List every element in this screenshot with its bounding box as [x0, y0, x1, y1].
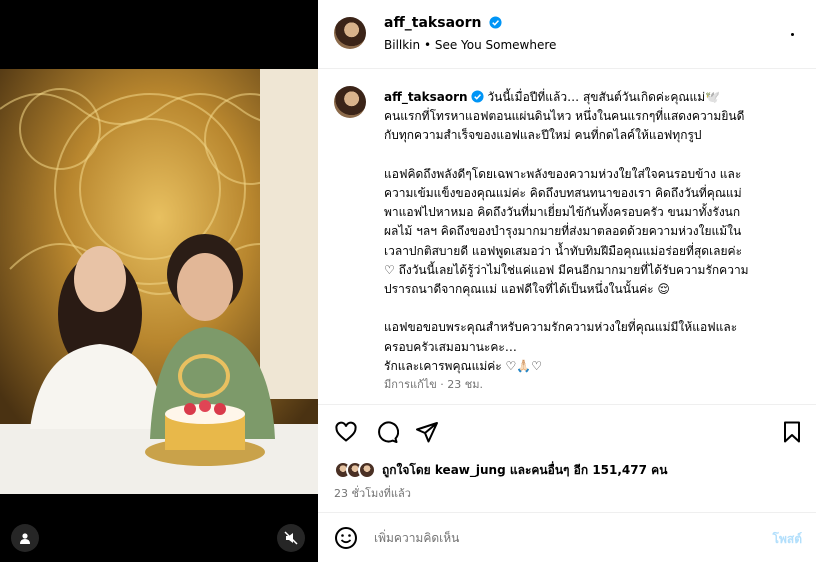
- comment-bar: โพสต์: [318, 512, 816, 562]
- post-time[interactable]: 23 ชั่วโมงที่แล้ว: [334, 484, 411, 502]
- post-comment-button[interactable]: โพสต์: [773, 530, 802, 549]
- speaker-muted-icon: [284, 531, 298, 545]
- liker-avatar: [358, 461, 376, 479]
- author-username-text[interactable]: aff_taksaorn: [384, 15, 482, 31]
- action-bar: [318, 412, 816, 452]
- likes-count[interactable]: 151,477: [592, 463, 647, 477]
- caption-username[interactable]: aff_taksaorn: [384, 90, 468, 104]
- caption-body: วันนี้เมื่อปีที่แล้ว… สุขสันต์วันเกิดค่ะ…: [384, 90, 749, 373]
- likes-middle: และคนอื่นๆ อีก: [509, 462, 589, 477]
- heart-icon[interactable]: [334, 420, 358, 444]
- author-username[interactable]: aff_taksaorn: [384, 15, 502, 31]
- user-tag-icon: [20, 533, 30, 544]
- post-media: [0, 0, 318, 562]
- caption-section: aff_taksaorn วันนี้เมื่อปีที่แล้ว… สุขสั…: [318, 70, 816, 405]
- author-avatar[interactable]: [334, 17, 366, 49]
- more-options-button[interactable]: [780, 22, 804, 46]
- likes-suffix: คน: [651, 462, 668, 477]
- comment-input[interactable]: [374, 528, 734, 548]
- bookmark-icon[interactable]: [780, 420, 804, 444]
- edited-timestamp: มีการแก้ไข · 23 ชม.: [384, 378, 483, 391]
- paper-plane-icon[interactable]: [415, 420, 439, 444]
- caption-author-avatar[interactable]: [334, 86, 366, 118]
- emoji-icon[interactable]: [334, 526, 358, 550]
- post-header: aff_taksaorn Billkin • See You Somewhere: [318, 0, 816, 69]
- likes-user[interactable]: keaw_jung: [435, 463, 506, 477]
- comment-icon[interactable]: [375, 420, 399, 444]
- more-options-icon: [790, 32, 794, 36]
- likes-summary[interactable]: ถูกใจโดย keaw_jung และคนอื่นๆ อีก 151,47…: [334, 459, 667, 481]
- post-details-panel: aff_taksaorn Billkin • See You Somewhere…: [318, 0, 816, 562]
- likes-prefix: ถูกใจโดย: [382, 462, 431, 477]
- caption-text: aff_taksaorn วันนี้เมื่อปีที่แล้ว… สุขสั…: [384, 88, 804, 376]
- user-tag-button[interactable]: [11, 524, 39, 552]
- verified-badge-icon: [489, 16, 502, 29]
- post-photo[interactable]: [0, 69, 318, 494]
- instagram-post-modal: aff_taksaorn Billkin • See You Somewhere…: [0, 0, 816, 562]
- music-label[interactable]: Billkin • See You Somewhere: [384, 38, 556, 52]
- likes-text[interactable]: ถูกใจโดย keaw_jung และคนอื่นๆ อีก 151,47…: [382, 461, 667, 480]
- mute-toggle-button[interactable]: [277, 524, 305, 552]
- verified-badge-icon: [471, 90, 484, 103]
